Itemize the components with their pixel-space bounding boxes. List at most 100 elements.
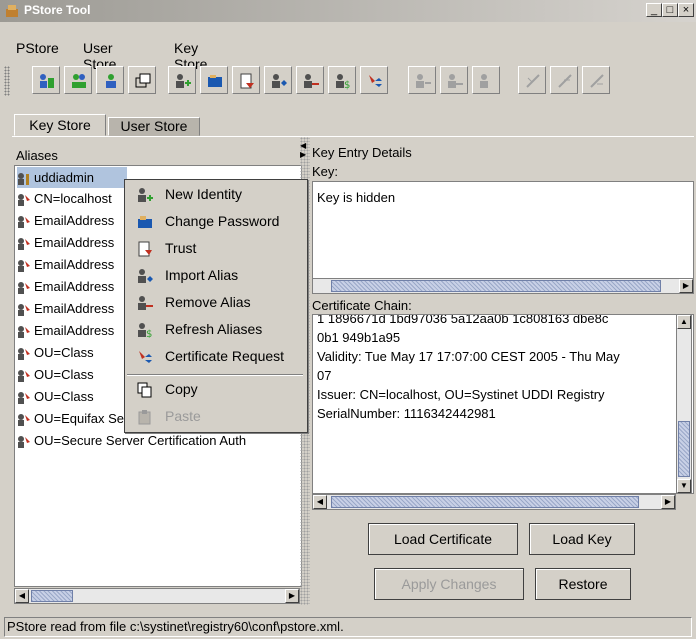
scroll-thumb[interactable] <box>678 421 690 477</box>
apply-changes-button[interactable]: Apply Changes <box>374 568 524 600</box>
list-item[interactable]: CN=localhost <box>17 188 112 209</box>
window-icon <box>135 73 151 88</box>
certificate-icon <box>18 325 30 338</box>
toolbar-button-user-green[interactable] <box>96 66 124 94</box>
toolbar-button-tool-c[interactable] <box>582 66 610 94</box>
maximize-button[interactable]: □ <box>662 3 678 17</box>
key-horizontal-scrollbar[interactable]: ▶ <box>312 278 694 294</box>
minimize-button[interactable]: _ <box>646 3 662 17</box>
tab-user-store[interactable]: User Store <box>108 117 200 136</box>
trust-icon <box>240 73 254 89</box>
pen-icon <box>526 74 540 88</box>
toolbar-button-window[interactable] <box>128 66 156 94</box>
chain-line: Validity: Tue May 17 17:07:00 CEST 2005 … <box>317 349 620 364</box>
scroll-thumb[interactable] <box>331 280 661 292</box>
aliases-horizontal-scrollbar[interactable]: ◀ ▶ <box>14 588 300 604</box>
menu-item-new-identity[interactable]: New Identity <box>125 181 305 208</box>
alias-label: OU=Class <box>34 345 94 360</box>
toolbar-button-change-password[interactable] <box>200 66 228 94</box>
import-alias-icon <box>138 269 153 283</box>
list-item[interactable]: EmailAddress <box>17 232 114 253</box>
menu-item-import-alias[interactable]: Import Alias <box>125 262 305 289</box>
collapse-arrows-icon[interactable]: ◀ ▶ <box>300 141 306 159</box>
load-certificate-button[interactable]: Load Certificate <box>368 523 518 555</box>
menu-item-copy[interactable]: Copy <box>125 376 305 403</box>
chain-line: 07 <box>317 368 332 383</box>
toolbar-button-refresh-disabled[interactable] <box>472 66 500 94</box>
toolbar-button-remove-alias[interactable] <box>296 66 324 94</box>
remove-alias-icon <box>304 74 319 88</box>
alias-label: EmailAddress <box>34 257 115 272</box>
toolbar-button-users[interactable] <box>32 66 60 94</box>
menu-item-paste[interactable]: Paste <box>125 403 305 430</box>
list-item[interactable]: EmailAddress <box>17 276 114 297</box>
list-item[interactable]: EmailAddress <box>17 210 114 231</box>
certificate-chain-area[interactable]: 1 1896671d 1bd97036 5a12aa0b 1c808163 db… <box>312 314 694 494</box>
toolbar: $ <box>12 66 694 100</box>
toolbar-button-tool-a[interactable] <box>518 66 546 94</box>
tab-key-store[interactable]: Key Store <box>14 114 106 136</box>
toolbar-button-trust[interactable] <box>232 66 260 94</box>
scroll-right-icon[interactable]: ▶ <box>285 589 299 603</box>
menu-item-label: Trust <box>165 240 197 256</box>
list-item[interactable]: uddiadmin <box>17 167 127 188</box>
menu-item-certificate-request[interactable]: Certificate Request <box>125 343 305 370</box>
list-item[interactable]: OU=Secure Server Certification Auth <box>17 430 246 451</box>
certificate-icon <box>18 435 30 448</box>
remove-user-icon <box>448 74 463 88</box>
user-group-icon <box>106 74 116 88</box>
toolbar-button-certificate-request[interactable] <box>360 66 388 94</box>
menu-item-trust[interactable]: Trust <box>125 235 305 262</box>
toolbar-button-groups[interactable] <box>64 66 92 94</box>
toolbar-button-new-identity[interactable] <box>168 66 196 94</box>
menu-item-change-password[interactable]: Change Password <box>125 208 305 235</box>
pen-refresh-icon <box>590 74 604 88</box>
paste-icon <box>138 410 151 425</box>
certificate-icon <box>18 413 30 426</box>
load-key-button[interactable]: Load Key <box>529 523 635 555</box>
trust-icon <box>138 241 152 257</box>
new-identity-icon <box>138 188 153 202</box>
menu-item-remove-alias[interactable]: Remove Alias <box>125 289 305 316</box>
certificate-icon <box>18 369 30 382</box>
toolbar-grip[interactable] <box>4 66 10 96</box>
list-item[interactable]: OU=Class <box>17 342 94 363</box>
scroll-right-icon[interactable]: ▶ <box>679 279 693 293</box>
new-identity-icon <box>176 74 191 88</box>
alias-label: EmailAddress <box>34 279 115 294</box>
toolbar-button-tool-b[interactable] <box>550 66 578 94</box>
toolbar-button-import-alias[interactable] <box>264 66 292 94</box>
toolbar-button-remove-disabled[interactable] <box>440 66 468 94</box>
key-label: Key: <box>312 164 339 179</box>
scroll-down-icon[interactable]: ▼ <box>677 479 691 493</box>
chain-horizontal-scrollbar[interactable]: ◀ ▶ <box>312 494 676 510</box>
menu-item-label: Refresh Aliases <box>165 321 263 337</box>
scroll-up-icon[interactable]: ▲ <box>677 315 691 329</box>
chain-vertical-scrollbar[interactable]: ▲ ▼ <box>676 314 692 494</box>
list-item[interactable]: OU=Class <box>17 364 94 385</box>
scroll-left-icon[interactable]: ◀ <box>15 589 29 603</box>
close-button[interactable]: × <box>678 3 694 17</box>
toolbar-button-add-disabled[interactable] <box>408 66 436 94</box>
scroll-thumb[interactable] <box>31 590 73 602</box>
list-item[interactable]: EmailAddress <box>17 320 114 341</box>
list-item[interactable]: EmailAddress <box>17 254 114 275</box>
list-item[interactable]: OU=Class <box>17 386 94 407</box>
menu-item-refresh-aliases[interactable]: $ Refresh Aliases <box>125 316 305 343</box>
scroll-thumb[interactable] <box>331 496 639 508</box>
title-bar[interactable] <box>0 0 696 22</box>
alias-context-menu: New Identity Change Password Trust Impor… <box>124 179 308 433</box>
alias-label: EmailAddress <box>34 213 115 228</box>
scroll-left-icon[interactable]: ◀ <box>313 495 327 509</box>
menu-pstore[interactable]: PStore <box>16 40 59 56</box>
alias-label: CN=localhost <box>34 191 112 206</box>
scroll-right-icon[interactable]: ▶ <box>661 495 675 509</box>
restore-button[interactable]: Restore <box>535 568 631 600</box>
key-text-area[interactable]: Key is hidden <box>312 181 694 279</box>
change-password-icon <box>138 216 152 228</box>
key-entry-details-header: Key Entry Details <box>312 145 412 160</box>
toolbar-button-refresh-aliases[interactable]: $ <box>328 66 356 94</box>
alias-label: OU=Class <box>34 389 94 404</box>
certificate-icon <box>18 237 30 250</box>
list-item[interactable]: EmailAddress <box>17 298 114 319</box>
